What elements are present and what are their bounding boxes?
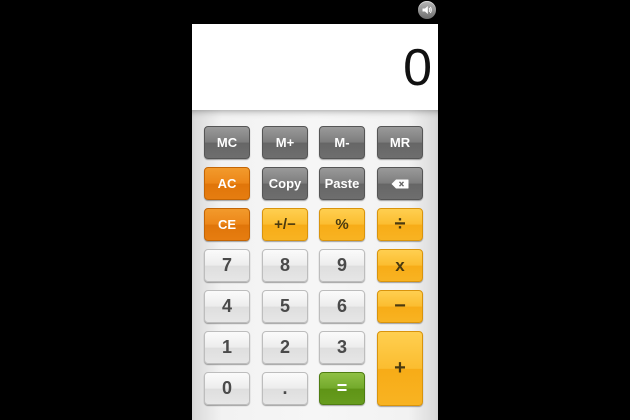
plus-minus-label: +/− (274, 216, 296, 233)
digit-5-label: 5 (279, 296, 290, 316)
m-minus-button[interactable]: M- (319, 126, 365, 159)
divide-label: ÷ (394, 213, 406, 235)
equals-label: = (336, 378, 348, 398)
multiply-label: x (395, 255, 405, 275)
mc-button[interactable]: MC (204, 126, 250, 159)
mr-label: MR (389, 135, 411, 150)
digit-3-button[interactable]: 3 (319, 331, 365, 364)
digit-0-label: 0 (221, 378, 232, 398)
percent-button[interactable]: % (319, 208, 365, 241)
paste-button[interactable]: Paste (319, 167, 365, 200)
screen: 0 MC M+ M- MR AC Copy Paste CE +/− % ÷ 7… (0, 0, 630, 420)
sound-toggle-button[interactable] (418, 1, 436, 19)
minus-label: − (394, 295, 406, 317)
calculator-display: 0 (192, 24, 438, 110)
m-minus-label: M- (334, 135, 350, 150)
digit-2-button[interactable]: 2 (262, 331, 308, 364)
digit-5-button[interactable]: 5 (262, 290, 308, 323)
ce-label: CE (217, 217, 237, 232)
backspace-icon (391, 179, 409, 188)
digit-7-label: 7 (221, 255, 232, 275)
backspace-button[interactable] (377, 167, 423, 200)
digit-9-label: 9 (336, 255, 347, 275)
mc-label: MC (216, 135, 238, 150)
keypad: MC M+ M- MR AC Copy Paste CE +/− % ÷ 7 8… (192, 110, 438, 420)
decimal-button[interactable]: . (262, 372, 308, 405)
speaker-icon (422, 6, 432, 14)
digit-7-button[interactable]: 7 (204, 249, 250, 282)
multiply-button[interactable]: x (377, 249, 423, 282)
plus-label: + (394, 357, 406, 379)
plus-minus-button[interactable]: +/− (262, 208, 308, 241)
paste-label: Paste (324, 176, 360, 191)
minus-button[interactable]: − (377, 290, 423, 323)
display-value: 0 (403, 39, 432, 97)
digit-6-label: 6 (336, 296, 347, 316)
digit-6-button[interactable]: 6 (319, 290, 365, 323)
ac-label: AC (217, 176, 237, 191)
digit-8-label: 8 (279, 255, 290, 275)
digit-3-label: 3 (336, 337, 347, 357)
digit-4-label: 4 (221, 296, 232, 316)
digit-1-label: 1 (221, 337, 232, 357)
plus-button[interactable]: + (377, 331, 423, 406)
m-plus-label: M+ (275, 135, 295, 150)
calculator-app: 0 MC M+ M- MR AC Copy Paste CE +/− % ÷ 7… (192, 24, 438, 420)
mr-button[interactable]: MR (377, 126, 423, 159)
digit-9-button[interactable]: 9 (319, 249, 365, 282)
digit-8-button[interactable]: 8 (262, 249, 308, 282)
digit-0-button[interactable]: 0 (204, 372, 250, 405)
m-plus-button[interactable]: M+ (262, 126, 308, 159)
ac-button[interactable]: AC (204, 167, 250, 200)
digit-4-button[interactable]: 4 (204, 290, 250, 323)
ce-button[interactable]: CE (204, 208, 250, 241)
equals-button[interactable]: = (319, 372, 365, 405)
digit-1-button[interactable]: 1 (204, 331, 250, 364)
copy-label: Copy (268, 176, 302, 191)
percent-label: % (335, 216, 349, 233)
decimal-label: . (282, 378, 288, 398)
digit-2-label: 2 (279, 337, 290, 357)
divide-button[interactable]: ÷ (377, 208, 423, 241)
copy-button[interactable]: Copy (262, 167, 308, 200)
